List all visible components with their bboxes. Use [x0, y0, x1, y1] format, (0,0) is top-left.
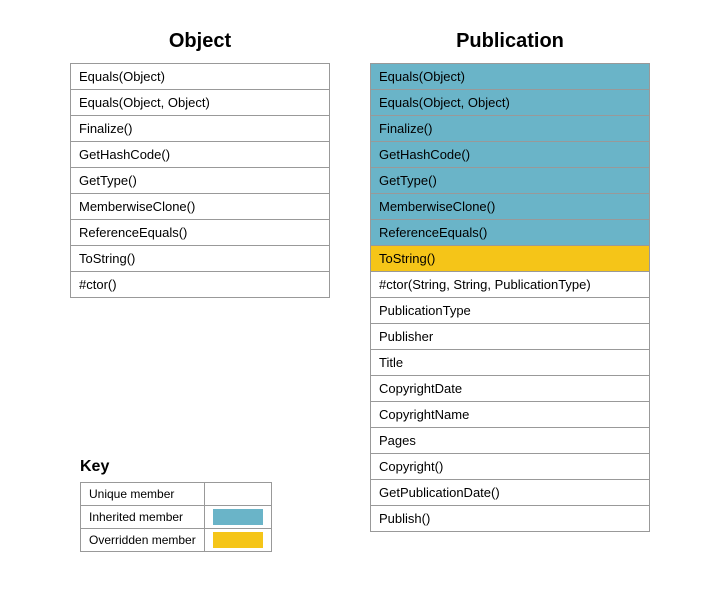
cell-label: MemberwiseClone() [371, 194, 650, 220]
cell-label: CopyrightDate [371, 376, 650, 402]
table-row: Copyright() [371, 454, 650, 480]
cell-label: Pages [371, 428, 650, 454]
table-row: GetHashCode() [71, 142, 330, 168]
cell-label: Publish() [371, 506, 650, 532]
cell-label: ReferenceEquals() [371, 220, 650, 246]
cell-label: Equals(Object) [371, 64, 650, 90]
table-row: Finalize() [71, 116, 330, 142]
cell-label: GetHashCode() [371, 142, 650, 168]
table-row: #ctor() [71, 272, 330, 298]
table-row: MemberwiseClone() [371, 194, 650, 220]
table-row: Title [371, 350, 650, 376]
publication-title: Publication [456, 30, 564, 53]
key-title: Key [80, 458, 272, 476]
table-row: CopyrightName [371, 402, 650, 428]
key-color-swatch [213, 532, 263, 548]
key-color-swatch [213, 486, 263, 502]
table-row: ToString() [371, 246, 650, 272]
cell-label: #ctor(String, String, PublicationType) [371, 272, 650, 298]
object-title: Object [169, 30, 231, 53]
cell-label: ReferenceEquals() [71, 220, 330, 246]
key-color-swatch [213, 509, 263, 525]
key-label: Inherited member [81, 506, 205, 529]
table-row: GetType() [71, 168, 330, 194]
object-table: Equals(Object)Equals(Object, Object)Fina… [70, 63, 330, 298]
cell-label: CopyrightName [371, 402, 650, 428]
key-color-cell [204, 483, 271, 506]
cell-label: Equals(Object) [71, 64, 330, 90]
table-row: Equals(Object, Object) [371, 90, 650, 116]
table-row: ReferenceEquals() [371, 220, 650, 246]
key-row: Inherited member [81, 506, 272, 529]
key-row: Unique member [81, 483, 272, 506]
table-row: ToString() [71, 246, 330, 272]
table-row: Publish() [371, 506, 650, 532]
table-row: Equals(Object, Object) [71, 90, 330, 116]
table-row: PublicationType [371, 298, 650, 324]
table-row: GetHashCode() [371, 142, 650, 168]
table-row: MemberwiseClone() [71, 194, 330, 220]
object-column: Object Equals(Object)Equals(Object, Obje… [70, 30, 330, 532]
cell-label: GetPublicationDate() [371, 480, 650, 506]
cell-label: ToString() [371, 246, 650, 272]
cell-label: Copyright() [371, 454, 650, 480]
table-row: Pages [371, 428, 650, 454]
table-row: GetType() [371, 168, 650, 194]
cell-label: Title [371, 350, 650, 376]
key-label: Unique member [81, 483, 205, 506]
cell-label: #ctor() [71, 272, 330, 298]
cell-label: PublicationType [371, 298, 650, 324]
cell-label: MemberwiseClone() [71, 194, 330, 220]
key-color-cell [204, 506, 271, 529]
cell-label: GetHashCode() [71, 142, 330, 168]
page-wrapper: Object Equals(Object)Equals(Object, Obje… [20, 20, 700, 592]
key-row: Overridden member [81, 529, 272, 552]
table-row: Publisher [371, 324, 650, 350]
main-container: Object Equals(Object)Equals(Object, Obje… [20, 20, 700, 532]
cell-label: GetType() [71, 168, 330, 194]
table-row: ReferenceEquals() [71, 220, 330, 246]
publication-table: Equals(Object)Equals(Object, Object)Fina… [370, 63, 650, 532]
table-row: CopyrightDate [371, 376, 650, 402]
table-row: Equals(Object) [371, 64, 650, 90]
cell-label: GetType() [371, 168, 650, 194]
cell-label: Equals(Object, Object) [371, 90, 650, 116]
table-row: #ctor(String, String, PublicationType) [371, 272, 650, 298]
table-row: Equals(Object) [71, 64, 330, 90]
key-table: Unique memberInherited memberOverridden … [80, 482, 272, 552]
cell-label: Finalize() [71, 116, 330, 142]
key-label: Overridden member [81, 529, 205, 552]
key-section: Key Unique memberInherited memberOverrid… [80, 458, 272, 552]
cell-label: Publisher [371, 324, 650, 350]
publication-column: Publication Equals(Object)Equals(Object,… [370, 30, 650, 532]
table-row: Finalize() [371, 116, 650, 142]
table-row: GetPublicationDate() [371, 480, 650, 506]
key-color-cell [204, 529, 271, 552]
cell-label: ToString() [71, 246, 330, 272]
cell-label: Finalize() [371, 116, 650, 142]
cell-label: Equals(Object, Object) [71, 90, 330, 116]
